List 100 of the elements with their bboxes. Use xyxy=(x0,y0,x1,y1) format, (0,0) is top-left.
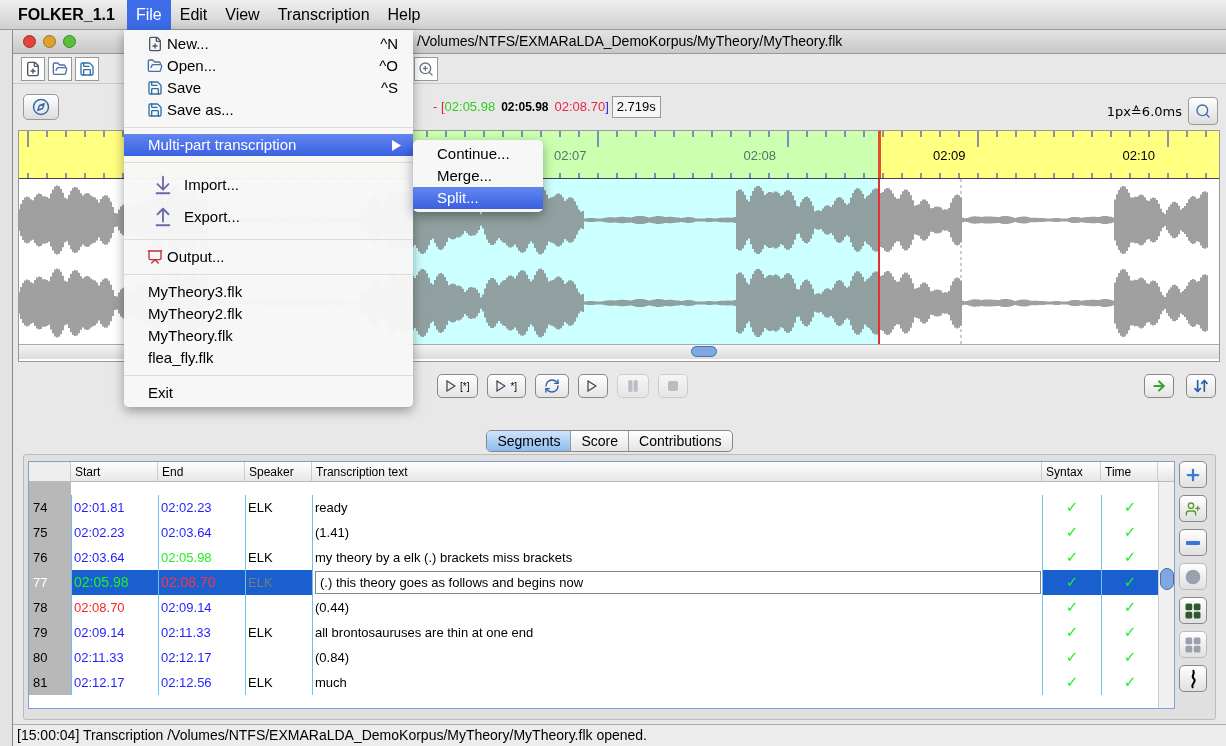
table-row[interactable]: 81 02:12.17 02:12.56 ELK much ✓ ✓ xyxy=(29,670,1158,695)
menu-item[interactable]: Import... xyxy=(124,169,413,201)
table-row[interactable]: 74 02:01.81 02:02.23 ELK ready ✓ ✓ xyxy=(29,495,1158,520)
open-button[interactable] xyxy=(48,56,72,81)
table-row[interactable]: 79 02:09.14 02:11.33 ELK all brontosauruses are thin at one end ✓ ✓ xyxy=(29,620,1158,645)
navigate-button[interactable] xyxy=(23,94,59,120)
start-time: 02:12.17 xyxy=(74,675,125,690)
transcription-text: much xyxy=(314,673,347,692)
row-number: 76 xyxy=(29,545,71,570)
layout-icon xyxy=(1184,635,1202,654)
time-label: 02:07 xyxy=(554,147,587,165)
status-bar: [15:00:04] Transcription /Volumes/NTFS/EXMARaLDA_DemoKorpus/MyTheory/MyTheory.flk opened. xyxy=(13,724,1226,746)
transcription-text: my theory by a elk (.) brackets miss brackets xyxy=(314,548,573,567)
vertical-scrollbar[interactable] xyxy=(1158,482,1174,708)
layout-icon xyxy=(1184,601,1202,620)
start-time: 02:03.64 xyxy=(74,550,125,565)
row-number: 78 xyxy=(29,595,71,620)
menu-item[interactable]: Continue... xyxy=(413,143,543,165)
search-button[interactable] xyxy=(1188,97,1218,125)
arrow-right-icon xyxy=(1151,378,1167,394)
column-header[interactable]: Transcription text xyxy=(312,462,1042,481)
side-button[interactable] xyxy=(1179,665,1207,692)
table-row[interactable]: 78 02:08.70 02:09.14 (0.44) ✓ ✓ xyxy=(29,595,1158,620)
row-number: 77 xyxy=(29,570,71,595)
menu-item[interactable]: New... ^N xyxy=(124,33,413,55)
column-header[interactable]: Speaker xyxy=(245,462,312,481)
selection-bracket: - [ xyxy=(433,98,445,117)
playback-button[interactable]: [*] xyxy=(437,374,479,398)
scroll-thumb[interactable] xyxy=(691,346,717,357)
menu-item[interactable]: Save ^S xyxy=(124,77,413,99)
time-check: ✓ xyxy=(1123,597,1137,619)
minus-icon xyxy=(1186,540,1200,545)
syntax-check: ✓ xyxy=(1065,597,1079,619)
sync-button[interactable] xyxy=(1186,374,1216,398)
menu-item[interactable]: Open... ^O xyxy=(124,55,413,77)
playback-button[interactable] xyxy=(578,374,609,398)
end-time: 02:03.64 xyxy=(161,525,212,540)
submenu-arrow-icon xyxy=(392,139,401,151)
menu-item[interactable]: Merge... xyxy=(413,165,543,187)
column-header[interactable]: Start xyxy=(71,462,158,481)
presentation-icon xyxy=(147,249,163,265)
playback-button[interactable]: *] xyxy=(487,374,527,398)
text-input-field[interactable]: (.) this theory goes as follows and begins now xyxy=(315,571,1041,594)
side-button[interactable] xyxy=(1179,597,1207,624)
zoom-button[interactable] xyxy=(414,56,438,81)
header-corner xyxy=(29,462,71,481)
syntax-check: ✓ xyxy=(1065,647,1079,669)
play-icon xyxy=(446,380,456,392)
menu-item[interactable]: MyTheory3.flk xyxy=(124,281,413,303)
menu-item[interactable]: Transcription xyxy=(268,0,379,30)
end-time: 02:11.33 xyxy=(161,625,211,640)
minimize-window-icon[interactable] xyxy=(43,35,56,48)
column-header[interactable]: Syntax xyxy=(1042,462,1101,481)
playback-button[interactable] xyxy=(535,374,570,398)
time-check: ✓ xyxy=(1123,547,1137,569)
new-file-button[interactable] xyxy=(21,56,45,81)
menu-item[interactable]: View xyxy=(216,0,269,30)
zoom-window-icon[interactable] xyxy=(63,35,76,48)
menu-item[interactable]: Help xyxy=(378,0,430,30)
scroll-thumb[interactable] xyxy=(1160,568,1174,590)
end-time: 02:02.23 xyxy=(161,500,212,515)
app-name: FOLKER_1.1 xyxy=(18,4,115,25)
tab[interactable]: Score xyxy=(570,431,629,451)
menu-item[interactable]: Multi-part transcription xyxy=(124,134,413,156)
save-button[interactable] xyxy=(75,56,99,81)
time-label: 02:10 xyxy=(1122,147,1156,165)
folder-icon xyxy=(52,60,68,77)
menu-item[interactable]: Edit xyxy=(170,0,217,30)
menu-item[interactable]: Save as... xyxy=(124,99,413,121)
squiggle-icon xyxy=(1188,668,1198,689)
row-number: 81 xyxy=(29,670,71,695)
save-icon xyxy=(79,60,95,77)
menu-item[interactable]: Split... xyxy=(413,187,543,209)
speaker-cell-text: ELK xyxy=(248,573,273,592)
speaker-cell-text: ELK xyxy=(248,498,273,517)
row-number: 75 xyxy=(29,520,71,545)
table-row[interactable]: 77 02:05.98 02:08.70 ELK (.) this theory goes as follows and begins now ✓ ✓ xyxy=(29,570,1158,595)
forward-button[interactable] xyxy=(1144,374,1174,398)
menu-item[interactable]: MyTheory.flk xyxy=(124,325,413,347)
end-time: 02:08.70 xyxy=(161,575,216,590)
time-check: ✓ xyxy=(1123,572,1137,594)
tab[interactable]: Contributions xyxy=(628,431,732,451)
tab[interactable]: Segments xyxy=(487,431,571,451)
transcription-text: (0.84) xyxy=(314,648,349,667)
menu-item[interactable]: Export... xyxy=(124,201,413,233)
table-row[interactable]: 80 02:11.33 02:12.17 (0.84) ✓ ✓ xyxy=(29,645,1158,670)
menu-item[interactable]: flea_fly.flk xyxy=(124,347,413,369)
time-label: 02:08 xyxy=(743,147,777,165)
column-header[interactable]: Time xyxy=(1101,462,1158,481)
table-row[interactable]: 75 02:02.23 02:03.64 (1.41) ✓ ✓ xyxy=(29,520,1158,545)
menu-item[interactable]: Output... xyxy=(124,246,413,268)
menu-item[interactable]: MyTheory2.flk xyxy=(124,303,413,325)
menu-item[interactable]: Exit xyxy=(124,382,413,404)
menu-item[interactable]: File xyxy=(126,0,171,30)
column-header[interactable]: End xyxy=(158,462,245,481)
close-window-icon[interactable] xyxy=(23,35,36,48)
shortcut: ^N xyxy=(380,33,398,54)
row-number: 74 xyxy=(29,495,71,520)
syntax-check: ✓ xyxy=(1065,522,1079,544)
shortcut: ^S xyxy=(380,77,398,98)
